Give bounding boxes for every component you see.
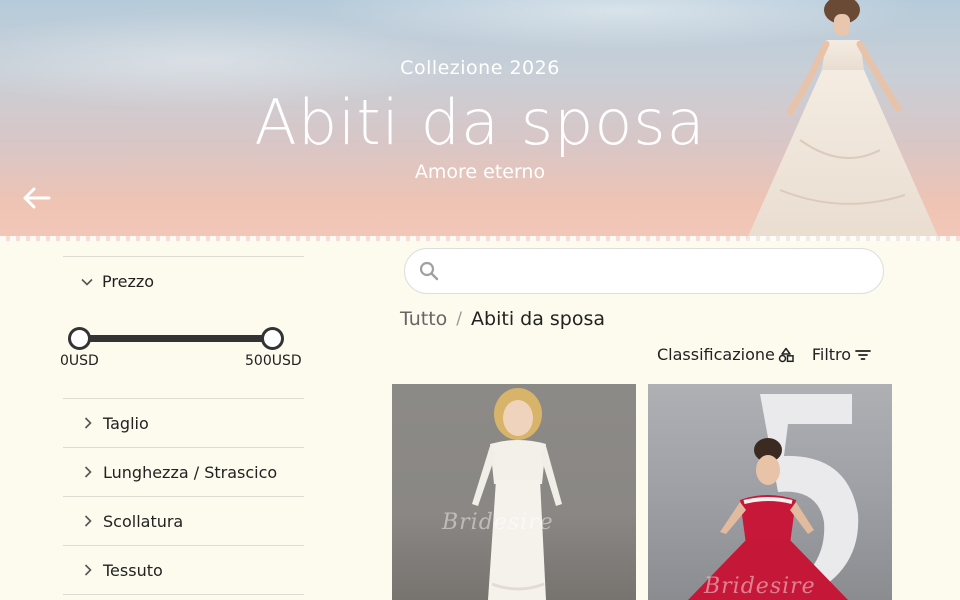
price-range-slider[interactable]: [63, 306, 304, 398]
filter-lines-icon: [854, 348, 872, 362]
filter-taglio[interactable]: Taglio: [63, 398, 304, 447]
shapes-icon: [778, 347, 794, 363]
breadcrumb-root-link[interactable]: Tutto: [400, 308, 447, 330]
breadcrumb: Tutto / Abiti da sposa: [400, 308, 605, 330]
back-button[interactable]: [18, 180, 54, 216]
filter-divider-bottom: [63, 594, 304, 600]
filter-button[interactable]: Filtro: [812, 345, 872, 364]
product-image: [688, 394, 859, 600]
price-min-label: 0USD: [60, 353, 99, 369]
product-card[interactable]: Bridesire: [648, 384, 892, 600]
breadcrumb-current: Abiti da sposa: [471, 308, 606, 330]
chevron-down-icon: [79, 274, 95, 290]
slider-max-handle[interactable]: [261, 327, 284, 350]
hero-title: Abiti da sposa: [254, 86, 706, 159]
product-image: [472, 388, 562, 600]
filter-label: Scollatura: [103, 511, 184, 531]
price-max-label: 500USD: [245, 353, 302, 369]
breadcrumb-separator: /: [456, 309, 463, 329]
hero-banner: Collezione 2026 Abiti da sposa Amore ete…: [0, 0, 960, 241]
filter-sidebar: Prezzo Taglio Lunghezza / Strascico Scol…: [63, 256, 304, 600]
filter-label: Taglio: [103, 413, 149, 433]
filter-scollatura[interactable]: Scollatura: [63, 496, 304, 545]
filter-lunghezza[interactable]: Lunghezza / Strascico: [63, 447, 304, 496]
sort-label: Classificazione: [657, 345, 775, 364]
arrow-left-icon: [23, 187, 51, 209]
search-input[interactable]: [449, 262, 849, 280]
chevron-right-icon: [81, 465, 95, 479]
chevron-right-icon: [81, 563, 95, 577]
filter-label: Tessuto: [103, 560, 163, 580]
hero-tagline: Amore eterno: [414, 161, 546, 183]
filter-price-label: Prezzo: [102, 272, 155, 291]
slider-min-handle[interactable]: [68, 327, 91, 350]
filter-label: Filtro: [811, 345, 852, 364]
hero-subtitle: Collezione 2026: [400, 57, 560, 79]
filter-tessuto[interactable]: Tessuto: [63, 545, 304, 594]
sort-button[interactable]: Classificazione: [657, 345, 794, 364]
slider-track: [80, 335, 273, 342]
chevron-right-icon: [81, 514, 95, 528]
results-toolbar: Classificazione Filtro: [657, 345, 872, 364]
hero-bottom-edge: [0, 236, 960, 241]
search-bar[interactable]: [404, 248, 884, 294]
filter-price-toggle[interactable]: Prezzo: [63, 256, 304, 306]
filter-label: Lunghezza / Strascico: [103, 462, 278, 482]
chevron-right-icon: [81, 416, 95, 430]
product-watermark: Bridesire: [704, 574, 816, 599]
product-card[interactable]: Bridesire: [392, 384, 636, 600]
search-icon: [419, 261, 439, 281]
product-watermark: Bridesire: [442, 510, 554, 535]
